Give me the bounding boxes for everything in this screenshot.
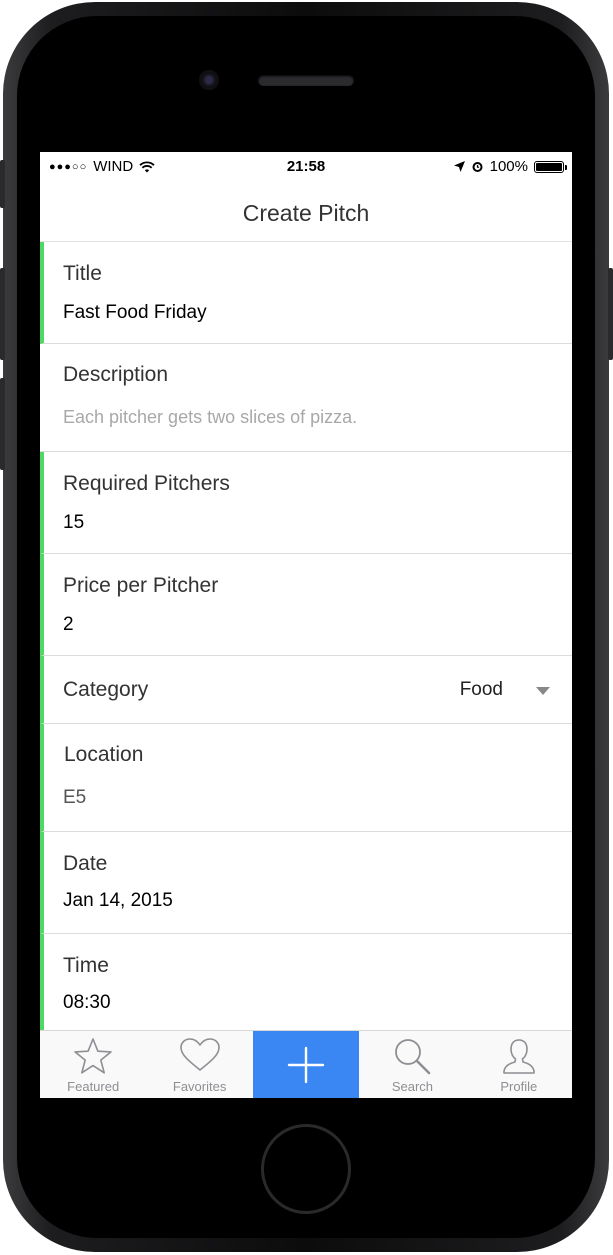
location-value[interactable]: E5 <box>63 787 86 809</box>
date-value[interactable]: Jan 14, 2015 <box>63 890 173 912</box>
required-pitchers-label: Required Pitchers <box>63 472 230 495</box>
price-per-pitcher-field[interactable]: Price per Pitcher 2 <box>40 554 572 656</box>
tab-profile[interactable]: Profile <box>466 1031 572 1098</box>
home-button[interactable] <box>261 1124 351 1214</box>
tab-label: Featured <box>67 1079 120 1094</box>
category-label: Category <box>63 678 149 701</box>
description-label: Description <box>63 363 169 386</box>
time-field[interactable]: Time 08:30 <box>40 934 572 1036</box>
star-icon <box>74 1038 113 1074</box>
chevron-down-icon[interactable] <box>536 687 550 695</box>
heart-icon <box>179 1038 220 1071</box>
tab-favorites[interactable]: Favorites <box>146 1031 252 1098</box>
description-placeholder[interactable]: Each pitcher gets two slices of pizza. <box>63 407 357 428</box>
time-value[interactable]: 08:30 <box>63 992 111 1014</box>
search-icon <box>395 1039 431 1075</box>
tab-search[interactable]: Search <box>359 1031 465 1098</box>
title-value[interactable]: Fast Food Friday <box>63 302 207 324</box>
price-per-pitcher-label: Price per Pitcher <box>63 574 219 597</box>
tab-label: Profile <box>500 1079 538 1094</box>
tab-label: Search <box>391 1079 434 1094</box>
battery-percent: 100% <box>489 158 528 175</box>
time-label: Time <box>63 954 109 977</box>
date-field[interactable]: Date Jan 14, 2015 <box>40 832 572 934</box>
volume-down-button <box>0 378 5 470</box>
volume-up-button <box>0 268 5 360</box>
required-pitchers-value[interactable]: 15 <box>63 512 84 534</box>
power-button <box>608 268 613 360</box>
status-bar: ●●●○○ WIND 21:58 100% <box>40 152 572 180</box>
alarm-icon <box>472 162 483 172</box>
battery-icon <box>534 160 567 173</box>
app-screen: ●●●○○ WIND 21:58 100% Create Pitch Title… <box>40 152 572 1098</box>
navigation-bar: Create Pitch <box>40 180 572 242</box>
plus-icon <box>287 1046 325 1084</box>
create-pitch-form: Title Fast Food Friday Description Each … <box>40 242 572 1036</box>
date-label: Date <box>63 852 108 875</box>
title-field[interactable]: Title Fast Food Friday <box>40 242 572 344</box>
required-pitchers-field[interactable]: Required Pitchers 15 <box>40 452 572 554</box>
title-label: Title <box>63 262 102 285</box>
tab-create-pitch[interactable] <box>252 1031 360 1098</box>
description-field[interactable]: Description Each pitcher gets two slices… <box>40 344 572 452</box>
page-title: Create Pitch <box>242 200 370 226</box>
location-field[interactable]: Location E5 <box>40 724 572 832</box>
price-per-pitcher-value[interactable]: 2 <box>63 614 74 636</box>
tab-label: Favorites <box>172 1079 227 1094</box>
location-arrow-icon <box>453 161 465 172</box>
earpiece-speaker <box>258 75 354 86</box>
front-camera <box>199 70 219 90</box>
tab-featured[interactable]: Featured <box>40 1031 146 1098</box>
category-select[interactable]: Food <box>460 679 503 701</box>
location-label: Location <box>64 743 144 766</box>
category-field[interactable]: Category Food <box>40 656 572 724</box>
tab-bar: Featured Favorites Search Profile <box>40 1030 572 1098</box>
mute-switch <box>0 160 5 208</box>
profile-icon <box>503 1039 535 1074</box>
